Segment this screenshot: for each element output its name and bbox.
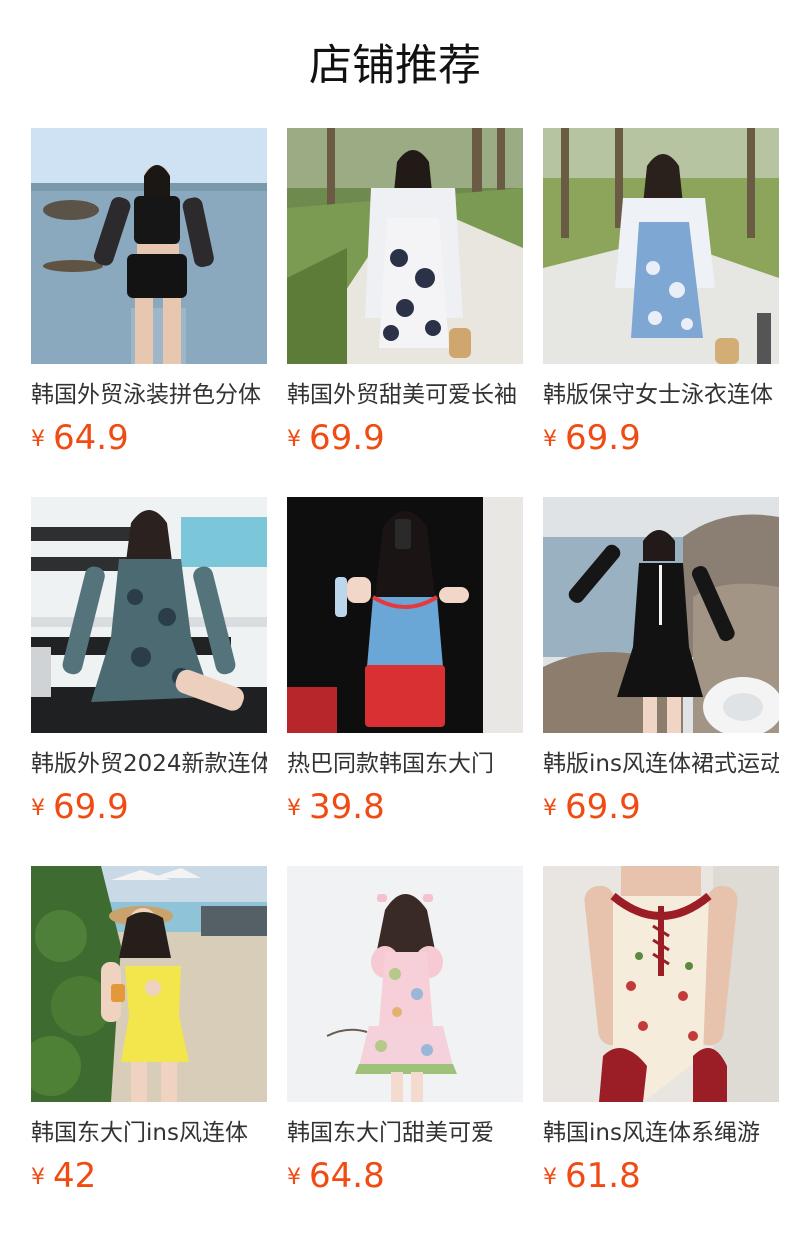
product-card[interactable]: 韩国外贸泳装拼色分体 ¥64.9	[31, 128, 267, 458]
product-name[interactable]: 韩国外贸泳装拼色分体	[31, 378, 267, 412]
currency-symbol: ¥	[31, 427, 45, 452]
product-name[interactable]: 韩国外贸甜美可爱长袖	[287, 378, 523, 412]
price-value: 69.9	[309, 418, 385, 458]
product-price: ¥69.9	[543, 785, 779, 829]
price-value: 69.9	[53, 787, 129, 827]
product-card[interactable]: 韩国东大门ins风连体 ¥42	[31, 866, 267, 1196]
product-card[interactable]: 韩国东大门甜美可爱 ¥64.8	[287, 866, 523, 1196]
page-title: 店铺推荐	[309, 41, 481, 91]
product-card[interactable]: 韩版保守女士泳衣连体 ¥69.9	[543, 128, 779, 458]
product-price: ¥61.8	[543, 1154, 779, 1198]
currency-symbol: ¥	[287, 796, 301, 821]
price-value: 42	[53, 1156, 97, 1196]
product-image[interactable]	[543, 866, 779, 1102]
price-value: 64.9	[53, 418, 129, 458]
price-value: 69.9	[565, 418, 641, 458]
product-image[interactable]	[31, 128, 267, 364]
product-image[interactable]	[287, 866, 523, 1102]
product-price: ¥64.8	[287, 1154, 523, 1198]
product-name[interactable]: 韩国东大门ins风连体	[31, 1116, 267, 1150]
product-image[interactable]	[287, 497, 523, 733]
product-name[interactable]: 韩版外贸2024新款连体	[31, 747, 267, 781]
product-image[interactable]	[543, 128, 779, 364]
product-price: ¥69.9	[543, 416, 779, 460]
currency-symbol: ¥	[31, 796, 45, 821]
product-card[interactable]: 韩版ins风连体裙式运动 ¥69.9	[543, 497, 779, 827]
product-name[interactable]: 热巴同款韩国东大门	[287, 747, 523, 781]
product-name[interactable]: 韩版保守女士泳衣连体	[543, 378, 779, 412]
price-value: 64.8	[309, 1156, 385, 1196]
currency-symbol: ¥	[543, 1165, 557, 1190]
currency-symbol: ¥	[31, 1165, 45, 1190]
product-name[interactable]: 韩国东大门甜美可爱	[287, 1116, 523, 1150]
product-image[interactable]	[543, 497, 779, 733]
product-name[interactable]: 韩版ins风连体裙式运动	[543, 747, 779, 781]
product-card[interactable]: 韩国外贸甜美可爱长袖 ¥69.9	[287, 128, 523, 458]
product-image[interactable]	[287, 128, 523, 364]
product-name[interactable]: 韩国ins风连体系绳游	[543, 1116, 779, 1150]
currency-symbol: ¥	[543, 427, 557, 452]
currency-symbol: ¥	[287, 427, 301, 452]
price-value: 61.8	[565, 1156, 641, 1196]
product-price: ¥69.9	[287, 416, 523, 460]
product-card[interactable]: 热巴同款韩国东大门 ¥39.8	[287, 497, 523, 827]
price-value: 39.8	[309, 787, 385, 827]
product-image[interactable]	[31, 497, 267, 733]
product-price: ¥64.9	[31, 416, 267, 460]
currency-symbol: ¥	[543, 796, 557, 821]
product-price: ¥39.8	[287, 785, 523, 829]
product-image[interactable]	[31, 866, 267, 1102]
product-price: ¥69.9	[31, 785, 267, 829]
product-price: ¥42	[31, 1154, 267, 1198]
product-card[interactable]: 韩版外贸2024新款连体 ¥69.9	[31, 497, 267, 827]
price-value: 69.9	[565, 787, 641, 827]
currency-symbol: ¥	[287, 1165, 301, 1190]
product-card[interactable]: 韩国ins风连体系绳游 ¥61.8	[543, 866, 779, 1196]
